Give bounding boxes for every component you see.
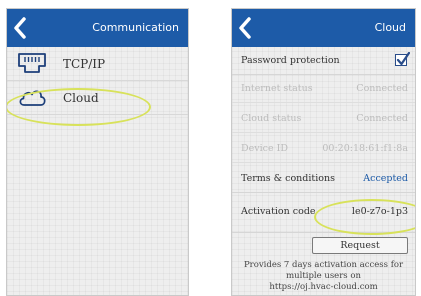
password-protection-label: Password protection [241, 55, 340, 66]
terms-row[interactable]: Terms & conditions Accepted [232, 165, 415, 193]
nav-item-label: TCP/IP [63, 57, 106, 71]
device-id-label: Device ID [241, 143, 288, 154]
activation-info-text: Provides 7 days activation access for mu… [238, 260, 409, 293]
info-line: Provides 7 days activation access for [243, 260, 404, 270]
ethernet-port-icon [17, 52, 47, 78]
back-button[interactable] [13, 11, 37, 45]
info-line: multiple users on [286, 271, 361, 281]
internet-status-row: Internet status Connected [232, 75, 415, 103]
nav-item-cloud[interactable]: Cloud [7, 81, 188, 115]
request-button[interactable]: Request [312, 237, 408, 254]
internet-status-label: Internet status [241, 83, 313, 94]
device-id-value: 00:20:18:61:f1:8a [322, 143, 408, 154]
checkmark-icon [396, 52, 410, 66]
header-bar: Communication [7, 9, 188, 47]
terms-status-link[interactable]: Accepted [363, 173, 408, 184]
info-line: https://oj.hvac-cloud.com [269, 282, 378, 292]
page-title: Cloud [374, 21, 406, 34]
back-button[interactable] [238, 11, 262, 45]
chevron-left-icon [239, 17, 251, 39]
page-title: Communication [92, 21, 179, 34]
nav-item-tcpip[interactable]: TCP/IP [7, 47, 188, 81]
header-bar: Cloud [232, 9, 415, 47]
terms-label: Terms & conditions [241, 173, 335, 184]
activation-code-row: Activation code le0-z7o-1p3 [232, 193, 415, 233]
password-protection-row: Password protection [232, 47, 415, 75]
cloud-settings-screen: Cloud Password protection Internet statu… [231, 8, 416, 296]
cloud-status-row: Cloud status Connected [232, 105, 415, 133]
password-protection-checkbox[interactable] [395, 52, 410, 66]
nav-item-label: Cloud [63, 91, 99, 105]
cloud-icon [17, 86, 47, 112]
chevron-left-icon [14, 17, 26, 39]
cloud-status-value: Connected [356, 113, 408, 124]
activation-code-value: le0-z7o-1p3 [351, 206, 408, 217]
device-id-row: Device ID 00:20:18:61:f1:8a [232, 135, 415, 163]
activation-code-label: Activation code [241, 206, 316, 217]
internet-status-value: Connected [356, 83, 408, 94]
cloud-status-label: Cloud status [241, 113, 302, 124]
communication-screen: Communication TCP/IP Cloud [6, 8, 189, 296]
